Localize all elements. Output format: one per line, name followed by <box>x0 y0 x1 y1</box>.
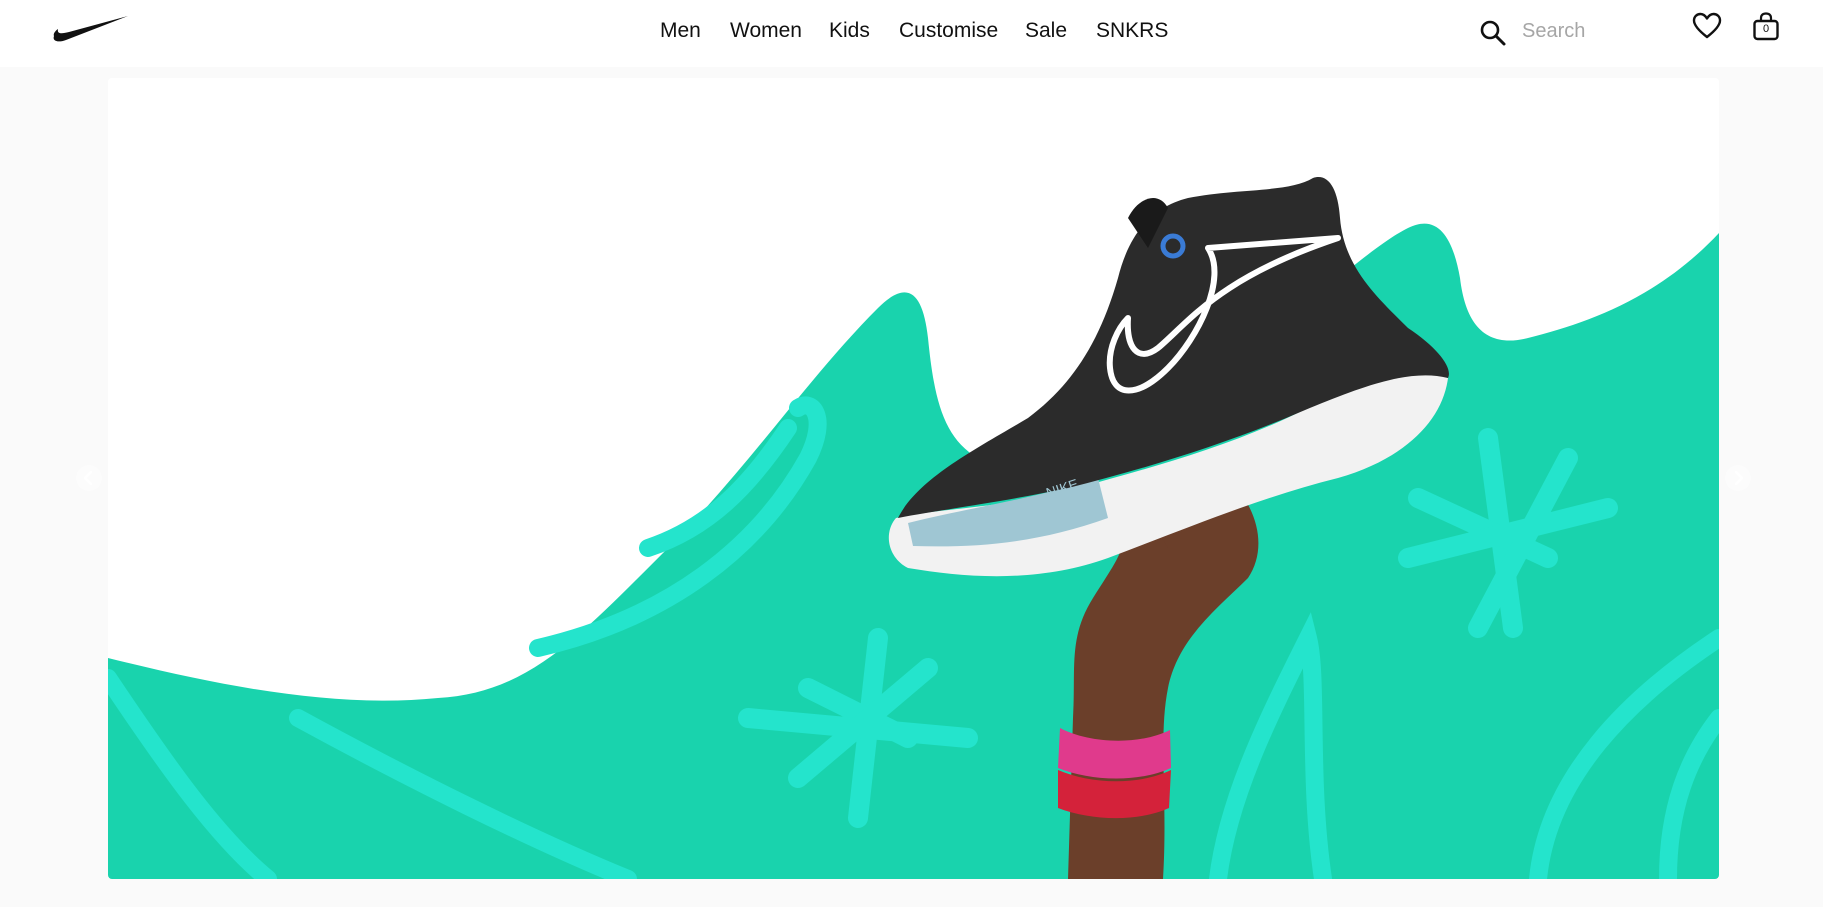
nav-sale[interactable]: Sale <box>1025 19 1067 43</box>
nav-men[interactable]: Men <box>660 19 701 43</box>
nav-women[interactable]: Women <box>730 19 802 43</box>
search-box <box>1472 10 1672 52</box>
heart-icon[interactable] <box>1692 12 1722 40</box>
hero-banner[interactable]: NIKE <box>108 78 1719 879</box>
nav-customise[interactable]: Customise <box>899 19 998 43</box>
search-input[interactable] <box>1522 16 1662 46</box>
search-icon[interactable] <box>1478 18 1508 48</box>
chevron-left-icon <box>83 470 93 486</box>
nav-snkrs[interactable]: SNKRS <box>1096 19 1168 43</box>
chevron-right-icon <box>1734 470 1744 486</box>
site-header: Men Women Kids Customise Sale SNKRS 0 <box>0 0 1823 67</box>
carousel-next-button[interactable] <box>1725 465 1751 491</box>
hero-image: NIKE <box>108 177 1719 879</box>
nike-swoosh-icon[interactable] <box>52 14 128 44</box>
nav-kids[interactable]: Kids <box>829 19 870 43</box>
carousel-prev-button[interactable] <box>76 465 102 491</box>
bag-icon[interactable] <box>1752 12 1780 42</box>
